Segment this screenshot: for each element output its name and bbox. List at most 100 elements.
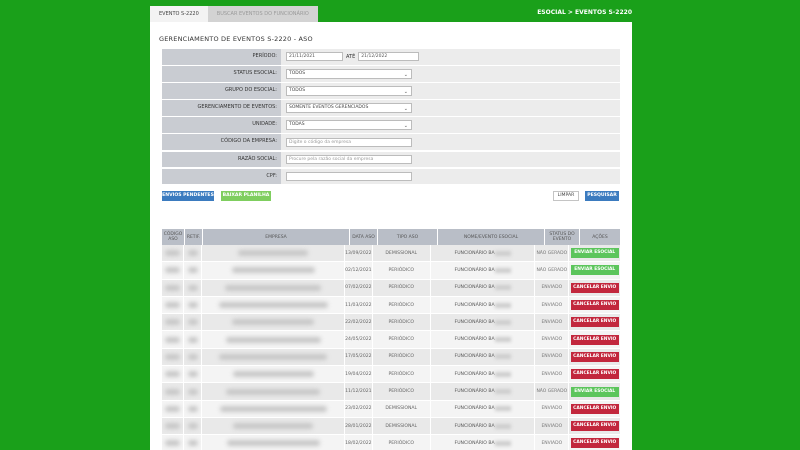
pesquisar-button[interactable]: PESQUISAR xyxy=(585,191,619,201)
cell-nome-evento: FUNCIONÁRIO BA xyxy=(431,314,536,331)
header-empresa[interactable]: EMPRESA xyxy=(203,229,350,245)
breadcrumb: ESOCIAL > EVENTOS S-2220 xyxy=(537,9,632,16)
cell-empresa xyxy=(202,435,346,450)
cell-data-aso: 11/12/2021 xyxy=(345,383,373,400)
periodo-start-input[interactable]: 21/11/2021 xyxy=(286,52,343,62)
cell-empresa xyxy=(202,400,346,417)
cell-codigo-aso xyxy=(162,314,185,331)
razao-social-input[interactable]: Procure pela razão social da empresa xyxy=(286,154,412,164)
header-status[interactable]: STATUS DO EVENTO xyxy=(545,229,580,245)
cancelar-button[interactable]: CANCELAR ENVIO xyxy=(570,300,619,311)
cell-nome-evento: FUNCIONÁRIO BA xyxy=(431,417,536,435)
chevron-down-icon: ⌄ xyxy=(403,71,408,78)
status-text: ENVIADO xyxy=(541,440,563,446)
cancelar-button[interactable]: CANCELAR ENVIO xyxy=(570,351,619,362)
cell-nome-evento: FUNCIONÁRIO BA xyxy=(431,245,536,262)
baixar-planilha-button[interactable]: BAIXAR PLANILHA xyxy=(221,191,271,201)
gerenciamento-select[interactable]: SOMENTE EVENTOS GERENCIADOS ⌄ xyxy=(286,103,412,114)
cancelar-button[interactable]: CANCELAR ENVIO xyxy=(570,317,619,328)
cancelar-button[interactable]: CANCELAR ENVIO xyxy=(570,403,619,414)
cancelar-button[interactable]: CANCELAR ENVIO xyxy=(570,421,619,432)
cell-codigo-aso xyxy=(162,435,185,450)
cell-tipo-aso: PERIÓDICO xyxy=(373,435,431,450)
table-body: 13/09/2022 DEMISSIONAL FUNCIONÁRIO BA NÃO G… xyxy=(162,245,620,450)
status-text: ENVIADO xyxy=(541,285,563,291)
cell-acoes: CANCELAR ENVIO xyxy=(569,401,620,417)
table-row: 22/02/2022 PERIÓDICO FUNCIONÁRIO BA ENVIADO… xyxy=(162,314,620,332)
name-redacted xyxy=(494,302,511,308)
gerenciamento-label: GERENCIAMENTO DE EVENTOS: xyxy=(162,100,281,116)
grupo-select[interactable]: TODOS ⌄ xyxy=(286,85,412,96)
cell-acoes: ENVIAR ESOCIAL xyxy=(569,262,620,278)
cancelar-button[interactable]: CANCELAR ENVIO xyxy=(570,369,619,380)
cell-retif xyxy=(184,383,202,400)
funcionario-name: FUNCIONÁRIO BA xyxy=(454,406,495,412)
limpar-button[interactable]: LIMPAR xyxy=(553,191,579,201)
cell-acoes: CANCELAR ENVIO xyxy=(569,435,620,450)
periodo-end-input[interactable]: 21/12/2022 xyxy=(358,52,420,62)
cell-acoes: ENVIAR ESOCIAL xyxy=(569,383,620,399)
cell-tipo-aso: PERIÓDICO xyxy=(373,348,431,366)
status-select[interactable]: TODOS ⌄ xyxy=(286,68,412,79)
name-redacted xyxy=(494,337,511,343)
cell-retif xyxy=(184,331,202,348)
cell-data-aso: 02/12/2021 xyxy=(345,262,373,279)
header-tipo-aso[interactable]: TIPO ASO xyxy=(378,229,438,245)
cancelar-button[interactable]: CANCELAR ENVIO xyxy=(570,282,619,293)
cell-retif xyxy=(184,366,202,383)
cell-empresa xyxy=(202,331,346,348)
cell-retif xyxy=(184,279,202,296)
cell-codigo-aso xyxy=(162,262,185,279)
enviar-button[interactable]: ENVIAR ESOCIAL xyxy=(570,248,619,259)
tab-evento-s2220[interactable]: EVENTO S-2220 xyxy=(150,6,208,22)
cell-nome-evento: FUNCIONÁRIO BA xyxy=(431,296,536,314)
chevron-down-icon: ⌄ xyxy=(403,88,408,95)
status-select-value: TODOS xyxy=(289,70,306,76)
cell-tipo-aso: DEMISSIONAL xyxy=(373,245,431,262)
cell-nome-evento: FUNCIONÁRIO BA xyxy=(431,262,536,279)
cell-status: NÃO GERADO xyxy=(535,383,570,400)
cell-data-aso: 11/03/2022 xyxy=(345,296,373,314)
cpf-input[interactable] xyxy=(286,171,412,181)
funcionario-name: FUNCIONÁRIO BA xyxy=(454,389,495,395)
codigo-empresa-input[interactable]: Digite o código da empresa xyxy=(286,137,412,147)
table-row: 17/05/2022 PERIÓDICO FUNCIONÁRIO BA ENVIADO… xyxy=(162,348,620,367)
cell-acoes: CANCELAR ENVIO xyxy=(569,297,620,313)
header-retif[interactable]: RETIF. xyxy=(185,229,203,245)
header-codigo-aso[interactable]: CÓDIGO ASO xyxy=(162,229,185,245)
cell-nome-evento: FUNCIONÁRIO BA xyxy=(431,435,536,450)
enviar-button[interactable]: ENVIAR ESOCIAL xyxy=(570,386,619,397)
funcionario-name: FUNCIONÁRIO BA xyxy=(454,423,495,429)
status-text: ENVIADO xyxy=(541,354,563,360)
unidade-select-value: TODAS xyxy=(289,122,305,128)
table-row: 24/05/2022 PERIÓDICO FUNCIONÁRIO BA ENVIADO… xyxy=(162,331,620,349)
form-row-cpf: CPF: xyxy=(162,168,620,185)
unidade-select[interactable]: TODAS ⌄ xyxy=(286,120,412,131)
tab-buscar-eventos[interactable]: BUSCAR EVENTOS DO FUNCIONÁRIO xyxy=(207,6,318,22)
cell-retif xyxy=(184,296,202,314)
enviar-button[interactable]: ENVIAR ESOCIAL xyxy=(570,265,619,276)
header-nome-evento[interactable]: NOME/EVENTO ESOCIAL xyxy=(438,229,545,245)
cell-tipo-aso: PERIÓDICO xyxy=(373,383,431,400)
cell-data-aso: 07/02/2022 xyxy=(345,279,373,296)
cancelar-button[interactable]: CANCELAR ENVIO xyxy=(570,334,619,345)
table-row: 23/02/2022 DEMISSIONAL FUNCIONÁRIO BA ENVIA… xyxy=(162,400,620,418)
gerenciamento-select-value: SOMENTE EVENTOS GERENCIADOS xyxy=(289,105,369,111)
name-redacted xyxy=(494,406,511,412)
cancelar-button[interactable]: CANCELAR ENVIO xyxy=(570,438,619,449)
funcionario-name: FUNCIONÁRIO BA xyxy=(454,285,495,291)
funcionario-name: FUNCIONÁRIO BA xyxy=(454,267,495,273)
cell-nome-evento: FUNCIONÁRIO BA xyxy=(431,279,536,296)
header-data-aso[interactable]: DATA ASO xyxy=(350,229,378,245)
cell-codigo-aso xyxy=(162,400,185,417)
envios-pendentes-button[interactable]: ENVIOS PENDENTES xyxy=(162,191,214,201)
cell-acoes: ENVIAR ESOCIAL xyxy=(569,245,620,261)
cell-tipo-aso: PERIÓDICO xyxy=(373,314,431,331)
cell-retif xyxy=(184,400,202,417)
name-redacted xyxy=(494,440,511,446)
codigo-label: CÓDIGO DA EMPRESA: xyxy=(162,134,281,150)
cell-retif xyxy=(184,435,202,450)
table-row: 11/12/2021 PERIÓDICO FUNCIONÁRIO BA NÃO GER… xyxy=(162,383,620,401)
funcionario-name: FUNCIONÁRIO BA xyxy=(454,319,495,325)
cell-acoes: CANCELAR ENVIO xyxy=(569,349,620,365)
